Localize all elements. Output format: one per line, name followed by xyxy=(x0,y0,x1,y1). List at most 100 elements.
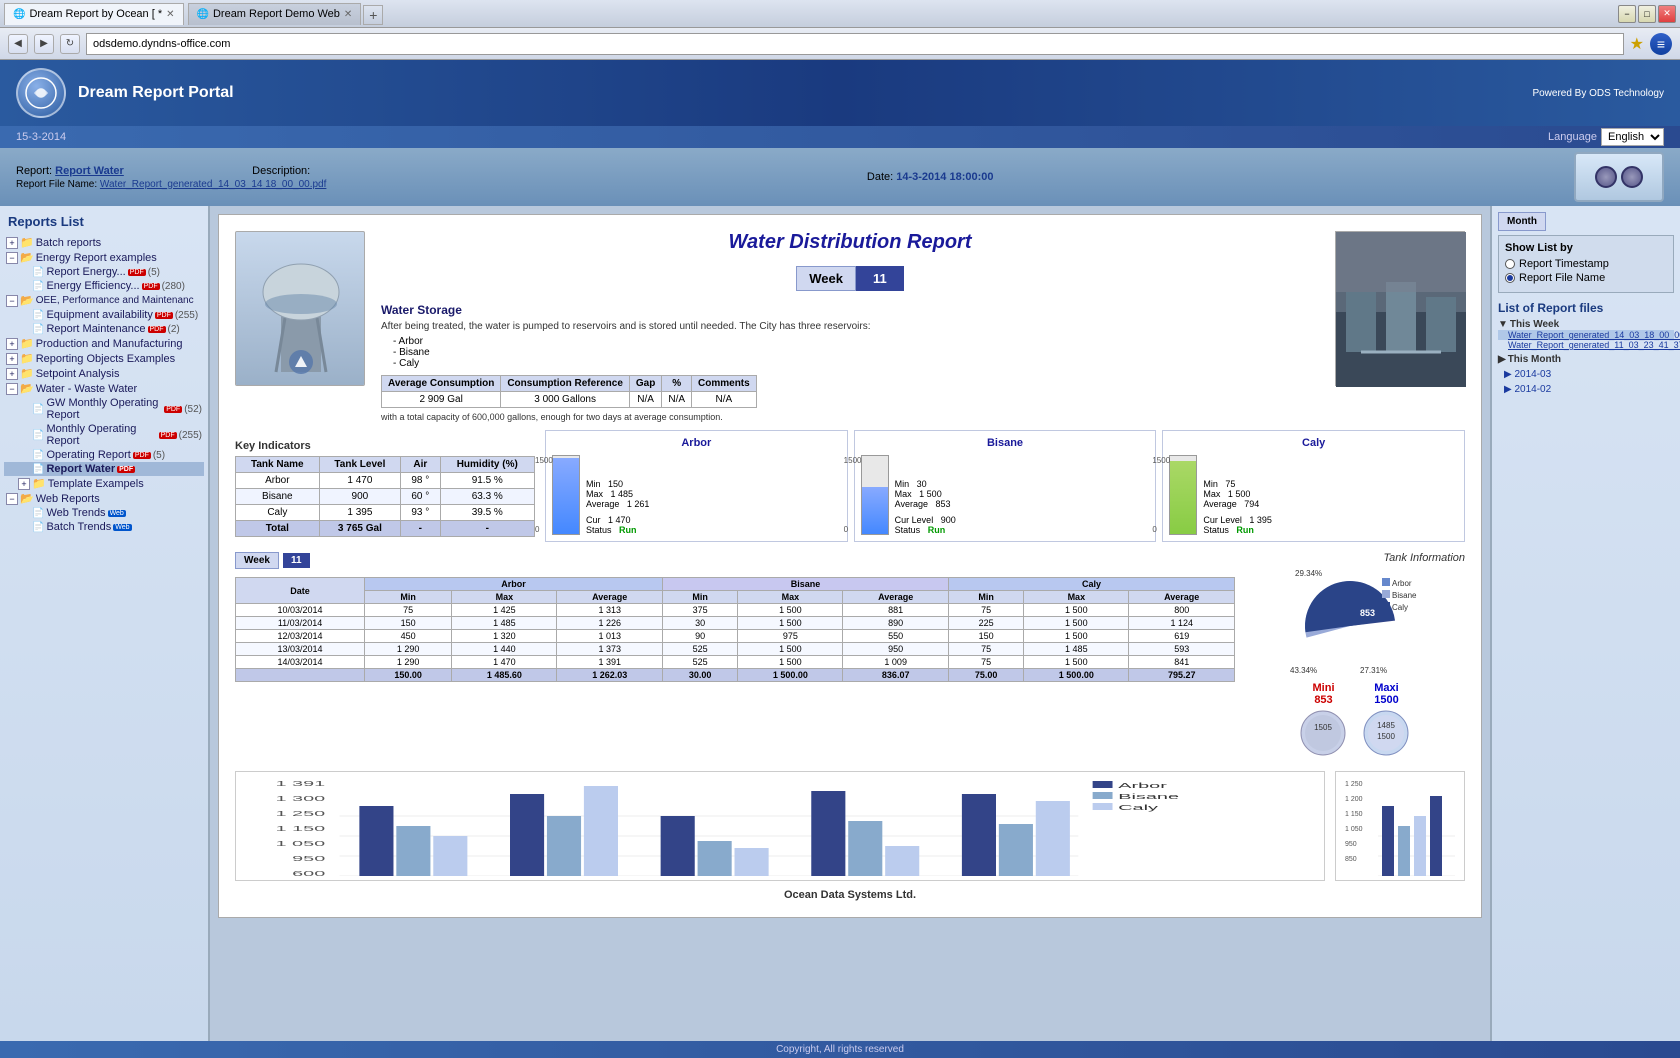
file-link-2[interactable]: Water_Report_generated_11_03_23_41_37.pd… xyxy=(1498,340,1674,350)
energy-examples-label: Energy Report examples xyxy=(36,252,157,264)
sidebar-item-gw-monthly[interactable]: 📄 GW Monthly Operating Report PDF (52) xyxy=(4,396,204,422)
sidebar-item-oee[interactable]: − 📂 OEE, Performance and Maintenanc xyxy=(4,293,204,308)
svg-text:27.31%: 27.31% xyxy=(1360,666,1387,675)
radio-circle-filename xyxy=(1505,273,1515,283)
expand-this-week[interactable]: ▼ xyxy=(1498,319,1508,330)
expand-production[interactable]: + xyxy=(6,338,18,350)
bookmark-star[interactable]: ★ xyxy=(1630,34,1644,54)
expand-web[interactable]: − xyxy=(6,493,18,505)
cell: 1 470 xyxy=(452,656,557,669)
tab-close-btn[interactable]: ✕ xyxy=(166,9,174,20)
expand-reporting[interactable]: + xyxy=(6,353,18,365)
close-btn[interactable]: ✕ xyxy=(1658,5,1676,23)
arbor-status: Run xyxy=(619,525,637,535)
sidebar-item-batch-trends[interactable]: 📄 Batch Trends Web xyxy=(4,520,204,534)
pie-chart-wrapper: 1261 853 794 Arbor Bisane Caly xyxy=(1245,568,1465,678)
week-label: Week xyxy=(796,266,856,291)
cell: 1 425 xyxy=(452,604,557,617)
maximize-btn[interactable]: □ xyxy=(1638,5,1656,23)
month-2014-02-link[interactable]: ▶ 2014-02 xyxy=(1498,384,1674,395)
cell: 975 xyxy=(738,630,843,643)
radio-filename[interactable]: Report File Name xyxy=(1505,272,1667,284)
camera-controls[interactable] xyxy=(1574,152,1664,202)
report-name-link[interactable]: Report Water xyxy=(55,165,124,177)
sidebar-item-operating[interactable]: 📄 Operating Report PDF (5) xyxy=(4,448,204,462)
camera-icon xyxy=(1595,166,1617,188)
sidebar-item-report-energy[interactable]: 📄 Report Energy... PDF (5) xyxy=(4,265,204,279)
expand-energy[interactable]: − xyxy=(6,252,18,264)
oee-label: OEE, Performance and Maintenanc xyxy=(36,295,194,306)
refresh-btn[interactable]: ↻ xyxy=(60,34,80,54)
cell: 1 485 xyxy=(452,617,557,630)
file-name-link[interactable]: Water_Report_generated_14_03_14 18_00_00… xyxy=(100,179,326,190)
back-btn[interactable]: ◀ xyxy=(8,34,28,54)
language-select[interactable]: English xyxy=(1601,128,1664,146)
browser-menu-btn[interactable]: ≡ xyxy=(1650,33,1672,55)
svg-text:Caly: Caly xyxy=(1118,804,1159,812)
radio-timestamp[interactable]: Report Timestamp xyxy=(1505,258,1667,270)
radio-dot-filename xyxy=(1507,275,1513,281)
expand-oee[interactable]: − xyxy=(6,295,18,307)
sidebar-item-setpoint[interactable]: + 📁 Setpoint Analysis xyxy=(4,366,204,381)
minimize-btn[interactable]: − xyxy=(1618,5,1636,23)
sidebar-item-report-water[interactable]: 📄 Report Water PDF xyxy=(4,462,204,476)
count4: (2) xyxy=(168,324,180,335)
facility-image xyxy=(1335,231,1465,386)
sidebar-item-template[interactable]: + 📁 Template Exampels xyxy=(4,476,204,491)
date-label: Date: xyxy=(867,171,893,183)
tab-close-btn2[interactable]: ✕ xyxy=(344,9,352,20)
sidebar-item-web-reports[interactable]: − 📂 Web Reports xyxy=(4,491,204,506)
cell-total: Total xyxy=(236,521,320,537)
sidebar-item-web-trends[interactable]: 📄 Web Trends Web xyxy=(4,506,204,520)
charts-row: 1 391 1 300 1 250 1 150 1 050 950 600 Ar… xyxy=(235,771,1465,881)
sidebar-item-equip[interactable]: 📄 Equipment availability PDF (255) xyxy=(4,308,204,322)
col-gap: Gap xyxy=(629,376,661,392)
svg-text:950: 950 xyxy=(292,855,325,863)
ods-footer-text: Ocean Data Systems Ltd. xyxy=(235,889,1465,901)
right-panel: Month Show List by Report Timestamp Repo… xyxy=(1490,206,1680,1041)
pdf-badge8: PDF xyxy=(117,466,135,473)
sidebar-item-energy-examples[interactable]: − 📂 Energy Report examples xyxy=(4,250,204,265)
radio-filename-label: Report File Name xyxy=(1519,272,1605,284)
language-label: Language xyxy=(1548,131,1597,143)
new-tab-btn[interactable]: + xyxy=(363,5,383,25)
sidebar-item-water[interactable]: − 📂 Water - Waste Water xyxy=(4,381,204,396)
mini-gauge: Mini 853 1505 xyxy=(1296,682,1351,761)
cell: 841 xyxy=(1129,656,1235,669)
month-2014-03-link[interactable]: ▶ 2014-03 xyxy=(1498,369,1674,380)
forward-btn[interactable]: ▶ xyxy=(34,34,54,54)
expand-setpoint[interactable]: + xyxy=(6,368,18,380)
table-row: Caly 1 395 93 ° 39.5 % xyxy=(236,505,535,521)
cell-date: 11/03/2014 xyxy=(236,617,365,630)
expand-template[interactable]: + xyxy=(18,478,30,490)
this-month-title: ▶ This Month xyxy=(1498,354,1674,365)
water-storage-section: Water Storage After being treated, the w… xyxy=(381,303,1319,369)
active-tab[interactable]: 🌐 Dream Report by Ocean [ * ✕ xyxy=(4,3,184,25)
sidebar-item-monthly-operating[interactable]: 📄 Monthly Operating Report PDF (255) xyxy=(4,422,204,448)
inactive-tab[interactable]: 🌐 Dream Report Demo Web ✕ xyxy=(188,3,362,25)
cell-date: 12/03/2014 xyxy=(236,630,365,643)
cell: 1 373 xyxy=(557,643,663,656)
energy-efficiency-label: Energy Efficiency... xyxy=(46,280,139,292)
tank-gauges: Arbor 1500 0 Min 150 xyxy=(545,430,1465,542)
sidebar-item-batch[interactable]: + 📁 Batch reports xyxy=(4,235,204,250)
folder-icon3: 📂 xyxy=(20,294,34,307)
sidebar-item-energy-efficiency[interactable]: 📄 Energy Efficiency... PDF (280) xyxy=(4,279,204,293)
sidebar-item-reporting[interactable]: + 📁 Reporting Objects Examples xyxy=(4,351,204,366)
sidebar-item-production[interactable]: + 📁 Production and Manufacturing xyxy=(4,336,204,351)
folder-icon: 📁 xyxy=(20,236,34,249)
sidebar-item-maintenance[interactable]: 📄 Report Maintenance PDF (2) xyxy=(4,322,204,336)
expand-water[interactable]: − xyxy=(6,383,18,395)
file-link-1[interactable]: Water_Report_generated_14_03_18_00_00.pd… xyxy=(1498,330,1674,340)
month-button[interactable]: Month xyxy=(1498,212,1546,231)
expand-batch[interactable]: + xyxy=(6,237,18,249)
svg-text:1505: 1505 xyxy=(1314,723,1332,732)
address-bar[interactable] xyxy=(86,33,1624,55)
bisane-bar-fill xyxy=(862,487,888,534)
cell-hum-arbor: 91.5 % xyxy=(440,473,534,489)
svg-text:600: 600 xyxy=(292,870,325,876)
expand-this-month[interactable]: ▶ xyxy=(1498,354,1506,365)
cell: 90 xyxy=(662,630,737,643)
arbor-stats: Min 150 Max 1 485 Average 1 261 Cur 1 47… xyxy=(586,479,649,535)
bisane-bar-container: 1500 0 xyxy=(861,455,889,535)
